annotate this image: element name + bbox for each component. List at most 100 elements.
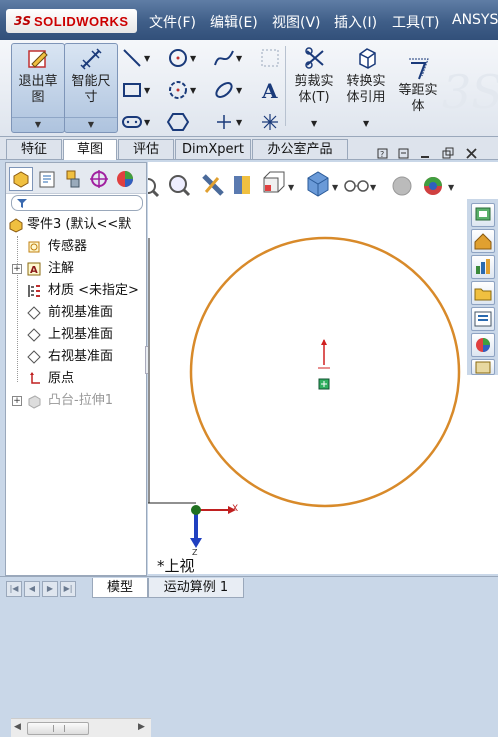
display-manager-tab-icon[interactable] bbox=[113, 167, 137, 191]
custom-properties-icon[interactable] bbox=[471, 359, 495, 375]
tree-item-label: 上视基准面 bbox=[48, 327, 114, 342]
convert-label-2: 体引用 bbox=[346, 90, 386, 105]
text-tool-icon[interactable]: A bbox=[259, 79, 281, 101]
tree-filter-input[interactable] bbox=[11, 195, 143, 211]
line-tool-icon[interactable] bbox=[121, 47, 143, 69]
arc-tool-dropdown[interactable]: ▼ bbox=[190, 86, 196, 95]
smart-dimension-button[interactable]: 智能尺寸 ▼ bbox=[64, 43, 118, 133]
line-tool-dropdown[interactable]: ▼ bbox=[144, 54, 150, 63]
tree-horizontal-scrollbar[interactable]: ◀ ▶ bbox=[11, 718, 151, 737]
convert-dropdown[interactable]: ▼ bbox=[363, 119, 369, 128]
spline-tool-dropdown[interactable]: ▼ bbox=[236, 54, 242, 63]
solidworks-logo[interactable]: 3S SOLIDWORKS bbox=[6, 9, 137, 33]
tree-item[interactable]: 材质 <未指定> bbox=[6, 280, 146, 302]
tree-item[interactable]: + 凸台-拉伸1 bbox=[6, 390, 146, 412]
polygon-tool-icon[interactable] bbox=[167, 111, 189, 133]
construction-geometry-icon[interactable] bbox=[259, 47, 281, 69]
trim-dropdown[interactable]: ▼ bbox=[311, 119, 317, 128]
point-tool-dropdown[interactable]: ▼ bbox=[236, 118, 242, 127]
tree-item[interactable]: 右视基准面 bbox=[6, 346, 146, 368]
tree-root-part[interactable]: 零件3 (默认<<默 bbox=[6, 214, 146, 236]
rectangle-tool-dropdown[interactable]: ▼ bbox=[144, 86, 150, 95]
tab-model[interactable]: 模型 bbox=[92, 578, 148, 598]
tab-sketch[interactable]: 草图 bbox=[63, 139, 117, 160]
scrollbar-thumb[interactable] bbox=[27, 722, 89, 735]
tab-evaluate[interactable]: 评估 bbox=[118, 139, 174, 159]
tree-item-label: 传感器 bbox=[48, 239, 88, 254]
material-icon bbox=[28, 285, 40, 297]
property-manager-tab-icon[interactable] bbox=[35, 167, 59, 191]
tree-item[interactable]: 传感器 bbox=[6, 236, 146, 258]
ellipse-tool-dropdown[interactable]: ▼ bbox=[236, 86, 242, 95]
exit-sketch-dropdown[interactable]: ▼ bbox=[12, 117, 64, 132]
file-explorer-icon[interactable] bbox=[471, 255, 495, 279]
trim-label-2: 体(T) bbox=[298, 90, 330, 105]
tab-office-products[interactable]: 办公室产品 bbox=[252, 139, 348, 159]
rectangle-tool-icon[interactable] bbox=[121, 79, 143, 101]
first-tab-arrow-icon[interactable]: |◀ bbox=[6, 581, 22, 597]
feature-manager-tabs bbox=[6, 163, 146, 194]
close-icon bbox=[466, 148, 477, 159]
view-palette-icon[interactable] bbox=[471, 307, 495, 331]
tab-dimxpert[interactable]: DimXpert bbox=[175, 139, 251, 159]
feature-tree-tab-icon[interactable] bbox=[9, 167, 33, 191]
slot-tool-icon[interactable] bbox=[121, 111, 143, 133]
fillet-tool-icon[interactable] bbox=[259, 111, 281, 133]
tree-item[interactable]: 前视基准面 bbox=[6, 302, 146, 324]
logo-text: SOLIDWORKS bbox=[34, 13, 129, 29]
tab-motion-study-1[interactable]: 运动算例 1 bbox=[148, 578, 244, 598]
tree-item[interactable]: 上视基准面 bbox=[6, 324, 146, 346]
annotation-icon: A bbox=[27, 262, 41, 276]
slot-tool-dropdown[interactable]: ▼ bbox=[144, 118, 150, 127]
convert-label-1: 转换实 bbox=[346, 74, 386, 89]
circle-tool-dropdown[interactable]: ▼ bbox=[190, 54, 196, 63]
menu-edit[interactable]: 编辑(E) bbox=[210, 12, 258, 32]
graphics-area[interactable]: ▼ ▼ ▼ ▼ X Z *上视 bbox=[148, 162, 498, 575]
menu-ansys[interactable]: ANSYS bbox=[452, 12, 498, 28]
tree-item[interactable]: 原点 bbox=[6, 368, 146, 390]
expand-toggle-icon[interactable]: + bbox=[12, 396, 22, 406]
dimxpert-manager-tab-icon[interactable] bbox=[87, 167, 111, 191]
trim-entities-button[interactable]: 剪裁实 体(T) ▼ bbox=[289, 45, 339, 129]
sketch-circle bbox=[189, 236, 461, 508]
next-tab-arrow-icon[interactable]: ▶ bbox=[42, 581, 58, 597]
menu-view[interactable]: 视图(V) bbox=[272, 12, 321, 32]
expand-toggle-icon[interactable]: + bbox=[12, 264, 22, 274]
document-window-controls: ? bbox=[377, 147, 497, 161]
menu-file[interactable]: 文件(F) bbox=[149, 12, 196, 32]
appearances-icon[interactable] bbox=[471, 333, 495, 357]
design-library-icon[interactable] bbox=[471, 229, 495, 253]
trim-label-1: 剪裁实 bbox=[294, 74, 334, 89]
ellipse-tool-icon[interactable] bbox=[213, 79, 235, 101]
tree-item[interactable]: + A 注解 bbox=[6, 258, 146, 280]
point-tool-icon[interactable] bbox=[213, 111, 235, 133]
last-tab-arrow-icon[interactable]: ▶| bbox=[60, 581, 76, 597]
menu-insert[interactable]: 插入(I) bbox=[334, 12, 377, 32]
scroll-right-arrow-icon[interactable]: ▶ bbox=[138, 722, 145, 732]
plane-icon bbox=[27, 328, 41, 342]
svg-text:3S: 3S bbox=[442, 65, 498, 119]
tab-features[interactable]: 特征 bbox=[6, 139, 62, 159]
circle-tool-icon[interactable] bbox=[167, 47, 189, 69]
solidworks-resources-icon[interactable] bbox=[471, 203, 495, 227]
sensor-icon bbox=[28, 241, 40, 253]
trim-icon bbox=[305, 47, 324, 69]
convert-entities-button[interactable]: 转换实 体引用 ▼ bbox=[341, 45, 391, 129]
smart-dimension-dropdown[interactable]: ▼ bbox=[65, 117, 117, 132]
spline-tool-icon[interactable] bbox=[213, 47, 235, 69]
logo-prefix: 3S bbox=[14, 14, 31, 28]
sketch-canvas[interactable] bbox=[148, 162, 468, 574]
arc-tool-icon[interactable] bbox=[167, 79, 189, 101]
previous-tab-arrow-icon[interactable]: ◀ bbox=[24, 581, 40, 597]
exit-sketch-button[interactable]: 退出草图 ▼ bbox=[11, 43, 65, 133]
help-icon: ? bbox=[377, 148, 388, 159]
scroll-left-arrow-icon[interactable]: ◀ bbox=[14, 722, 21, 732]
svg-text:A: A bbox=[261, 79, 278, 101]
exit-sketch-label-2: 图 bbox=[31, 90, 45, 105]
configuration-manager-tab-icon[interactable] bbox=[61, 167, 85, 191]
offset-entities-button[interactable]: 等距实体 bbox=[393, 45, 443, 129]
folder-icon[interactable] bbox=[471, 281, 495, 305]
smart-dimension-label-1: 智能尺 bbox=[71, 74, 111, 89]
plane-icon bbox=[27, 350, 41, 364]
menu-tools[interactable]: 工具(T) bbox=[392, 12, 439, 32]
